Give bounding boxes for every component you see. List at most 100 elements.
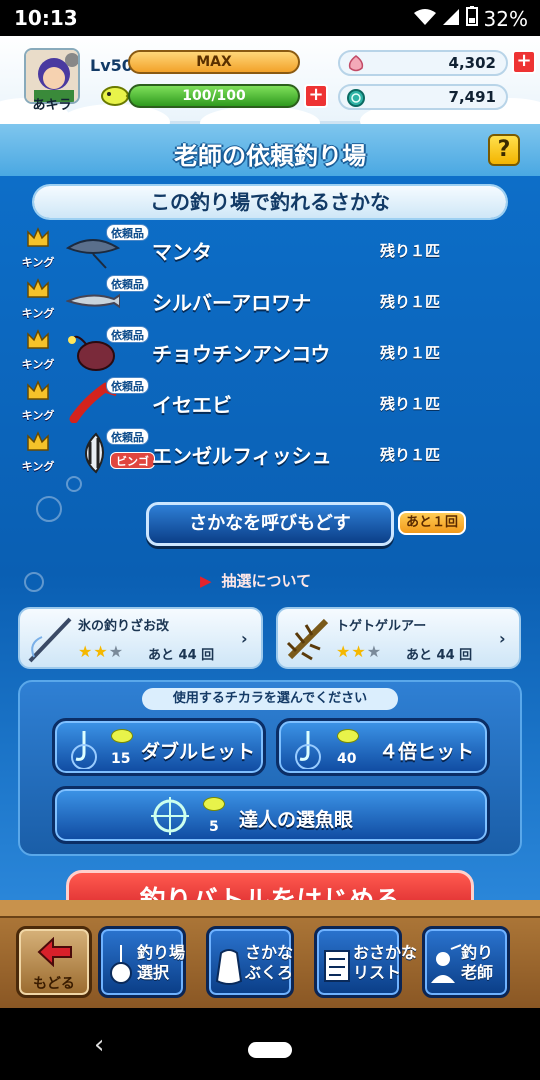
- crown-icon: [27, 431, 49, 451]
- status-bar: 10:13 32%: [0, 0, 540, 36]
- double-hit-button[interactable]: 15 ダブルヒット: [52, 718, 266, 776]
- wifi-icon: [413, 7, 436, 31]
- nav-label: 釣り 老師: [461, 943, 494, 982]
- gem-icon: [346, 54, 366, 74]
- gem-plus-button[interactable]: +: [512, 50, 536, 74]
- back-label: もどる: [33, 976, 75, 992]
- master-eye-button[interactable]: 5 達人の選魚眼: [52, 786, 490, 844]
- fish-row[interactable]: キング 依頼品 シルバーアロワナ 残り１匹: [14, 275, 534, 325]
- nav-fish-bag[interactable]: さかな ぶくろ: [206, 926, 294, 998]
- player-name: あキラ: [32, 98, 72, 113]
- fish-remaining: 残り１匹: [380, 344, 441, 362]
- fish-remaining: 残り１匹: [380, 242, 441, 260]
- request-tag: 依頼品: [106, 326, 149, 343]
- rank-label: キング: [21, 358, 55, 371]
- player-level: Lv50: [90, 56, 133, 75]
- fish-name: エンゼルフィッシュ: [152, 444, 332, 468]
- system-home-pill[interactable]: [248, 1042, 292, 1058]
- power-label: 達人の選魚眼: [239, 809, 354, 831]
- fish-name: マンタ: [152, 240, 212, 264]
- king-rank: キング: [18, 277, 54, 323]
- battery-icon: [465, 6, 478, 31]
- lure-stars: ★★★: [336, 642, 382, 661]
- fish-name: シルバーアロワナ: [152, 291, 312, 315]
- nav-fishing-spot[interactable]: 釣り場 選択: [98, 926, 186, 998]
- fish-name: イセエビ: [152, 393, 232, 417]
- target-fish-icon: [151, 795, 189, 837]
- arrow-left-icon: [37, 936, 73, 968]
- king-rank: キング: [18, 379, 54, 425]
- power-cost: 5: [209, 819, 219, 835]
- star-empty-icon: ★: [108, 642, 125, 661]
- fish-row[interactable]: キング 依頼品 マンタ 残り１匹: [14, 224, 534, 274]
- bingo-tag: ビンゴ: [110, 452, 155, 469]
- gem-counter: 4,302: [338, 50, 508, 76]
- rod-name: 氷の釣りざお改: [78, 619, 170, 634]
- page-title: 老師の依頼釣り場: [174, 142, 366, 170]
- nav-fishing-master[interactable]: 釣り 老師: [422, 926, 510, 998]
- star-filled-icon: ★: [93, 642, 109, 661]
- rod-card[interactable]: 氷の釣りざお改 ★★★ あと 44 回 ›: [18, 607, 263, 669]
- fish-remaining: 残り１匹: [380, 446, 441, 464]
- power-prompt: 使用するチカラを選んでください: [142, 688, 398, 710]
- lottery-info-link[interactable]: ▶ 抽選について: [200, 570, 311, 591]
- fish-row[interactable]: キング 依頼品 チョウチンアンコウ 残り１匹: [14, 326, 534, 376]
- rank-label: キング: [21, 409, 55, 422]
- bag-icon: [213, 943, 245, 987]
- king-rank: キング: [18, 430, 54, 476]
- king-rank: キング: [18, 328, 54, 374]
- play-arrow-icon: ▶: [200, 572, 212, 590]
- fish-name: チョウチンアンコウ: [152, 342, 331, 366]
- nav-fish-list[interactable]: おさかな リスト: [314, 926, 417, 998]
- list-icon: [321, 943, 353, 987]
- nav-label: 釣り場 選択: [137, 943, 186, 982]
- request-tag: 依頼品: [106, 428, 149, 445]
- status-icons: 32%: [413, 6, 528, 31]
- power-cost: 40: [337, 751, 357, 767]
- lure-remaining: あと 44 回: [406, 648, 473, 663]
- request-tag: 依頼品: [106, 275, 149, 292]
- power-label: ダブルヒット: [141, 741, 256, 763]
- stamina-bar: 100/100: [128, 84, 300, 108]
- crown-icon: [27, 380, 49, 400]
- nav-label: おさかな リスト: [353, 943, 418, 982]
- system-back-icon[interactable]: ‹: [94, 1030, 104, 1060]
- star-filled-icon: ★: [351, 642, 367, 661]
- fish-remaining: 残り１匹: [380, 293, 441, 311]
- lure-card[interactable]: トゲトゲルアー ★★★ あと 44 回 ›: [276, 607, 521, 669]
- master-icon: [429, 943, 462, 987]
- chevron-right-icon: ›: [241, 629, 248, 648]
- king-rank: キング: [18, 226, 54, 272]
- lottery-info-label: 抽選について: [221, 572, 312, 590]
- rod-stars: ★★★: [78, 642, 124, 661]
- power-label: ４倍ヒット: [379, 741, 475, 763]
- fish-row[interactable]: キング 依頼品 ビンゴ エンゼルフィッシュ 残り１匹: [14, 428, 534, 478]
- rank-label: キング: [21, 460, 55, 473]
- coin-icon: [346, 88, 366, 108]
- recall-fish-button[interactable]: さかなを呼びもどす: [146, 502, 394, 546]
- star-filled-icon: ★: [336, 642, 352, 661]
- battery-percent: 32%: [483, 6, 528, 31]
- bobber-icon: [105, 943, 137, 987]
- rod-remaining: あと 44 回: [148, 648, 215, 663]
- ice-rod-icon: [24, 613, 76, 665]
- request-tag: 依頼品: [106, 224, 149, 241]
- crown-icon: [27, 278, 49, 298]
- power-cost: 15: [111, 751, 131, 767]
- hook-splash-icon: [65, 727, 103, 770]
- fish-cost-icon: [111, 729, 133, 743]
- bottom-nav-rail: [0, 900, 540, 918]
- fish-row[interactable]: キング 依頼品 イセエビ 残り１匹: [14, 377, 534, 427]
- spiky-lure-icon: [282, 613, 334, 665]
- coin-counter: 7,491: [338, 84, 508, 110]
- quad-hit-button[interactable]: 40 ４倍ヒット: [276, 718, 490, 776]
- stamina-plus-button[interactable]: +: [304, 84, 328, 108]
- help-button[interactable]: ?: [488, 134, 520, 166]
- back-button[interactable]: もどる: [16, 926, 92, 998]
- fish-remaining: 残り１匹: [380, 395, 441, 413]
- request-tag: 依頼品: [106, 377, 149, 394]
- signal-icon: [442, 7, 460, 31]
- fish-list-header: この釣り場で釣れるさかな: [34, 186, 506, 218]
- star-empty-icon: ★: [366, 642, 383, 661]
- fish-cost-icon: [337, 729, 359, 743]
